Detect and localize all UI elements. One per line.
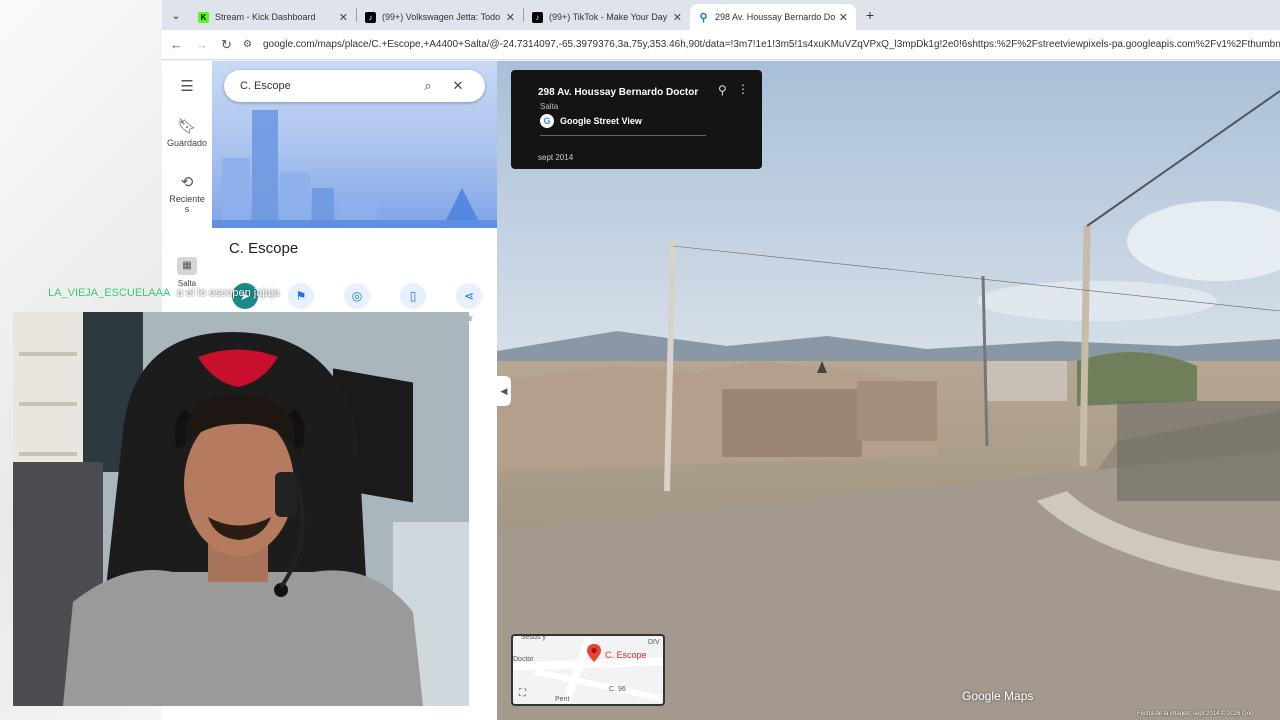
webcam-scene [13, 312, 469, 706]
rail-recent-label: Reciente s [169, 194, 205, 214]
maps-pin-icon: ⚲ [699, 11, 708, 24]
menu-hamburger-icon[interactable]: ☰ [162, 77, 212, 98]
close-tab-icon[interactable]: ✕ [339, 11, 348, 24]
tab-tiktok-jetta[interactable]: ♪ (99+) Volkswagen Jetta: Todo s ✕ [357, 4, 523, 30]
history-icon: ⟲ [180, 174, 194, 191]
search-box: ⌕ ✕ [224, 70, 485, 102]
bookmark-icon: ⚑ [295, 289, 307, 303]
tab-google-maps[interactable]: ⚲ 298 Av. Houssay Bernardo Doc ✕ [690, 4, 856, 30]
google-maps-watermark: Google Maps [962, 689, 1034, 703]
place-title: C. Escope [229, 240, 299, 257]
search-input[interactable] [240, 80, 413, 92]
forward-arrow-icon[interactable]: → [189, 37, 214, 52]
browser-tab-bar: ⌄ K Stream - Kick Dashboard ✕ ♪ (99+) Vo… [162, 0, 1280, 30]
tab-kick-dashboard[interactable]: K Stream - Kick Dashboard ✕ [190, 4, 356, 30]
tab-label: Stream - Kick Dashboard [215, 12, 316, 22]
tab-search-chevron-icon[interactable]: ⌄ [162, 0, 190, 30]
share-icon: ⋖ [463, 289, 475, 303]
street-view-address: 298 Av. Houssay Bernardo Doctor [538, 87, 699, 98]
place-thumbnail-icon: ▦ [177, 257, 197, 275]
street-view-info-card: 298 Av. Houssay Bernardo Doctor Salta G … [511, 70, 762, 169]
send-to-phone-button[interactable]: ▯ [400, 283, 426, 309]
back-arrow-icon[interactable]: ← [164, 37, 189, 52]
tiktok-icon: ♪ [365, 11, 376, 23]
minimap-street-label: Sesus y [521, 634, 546, 641]
close-tab-icon[interactable]: ✕ [839, 11, 848, 24]
screen: ⌄ K Stream - Kick Dashboard ✕ ♪ (99+) Vo… [0, 0, 1280, 720]
tab-label: (99+) TikTok - Make Your Day [549, 12, 668, 22]
divider [540, 135, 706, 136]
map-pin-icon [587, 644, 601, 662]
street-view-city: Salta [540, 102, 559, 111]
search-icon[interactable]: ⌕ [413, 78, 443, 94]
nearby-button[interactable]: ◎ [344, 283, 370, 309]
share-button[interactable]: ⋖ [456, 283, 482, 309]
close-tab-icon[interactable]: ✕ [506, 11, 515, 24]
nearby-icon: ◎ [351, 289, 363, 303]
site-settings-icon[interactable]: ⚙ [243, 39, 257, 50]
new-tab-plus-icon[interactable]: + [856, 7, 884, 23]
minimap-street-label: Doctor [513, 656, 534, 663]
reload-icon[interactable]: ↻ [214, 37, 239, 53]
close-tab-icon[interactable]: ✕ [673, 11, 682, 24]
google-logo-icon: G [540, 114, 554, 128]
street-view-source: Google Street View [560, 116, 642, 126]
location-pin-icon[interactable]: ⚲ [718, 83, 727, 97]
rail-saved-label: Guardado [166, 138, 208, 148]
minimap-place-label: C. Escope [605, 650, 647, 660]
google-street-view-link[interactable]: G Google Street View [540, 114, 642, 128]
minimap-street-label: DIV [648, 639, 660, 646]
more-vert-icon[interactable]: ⋮ [737, 82, 749, 96]
expand-icon[interactable]: ⛶ [519, 688, 526, 699]
chat-username: LA_VIEJA_ESCUELAAA [48, 287, 170, 299]
tab-tiktok[interactable]: ♪ (99+) TikTok - Make Your Day ✕ [524, 4, 690, 30]
stream-chat-message: LA_VIEJA_ESCUELAAA a el lo escopen jajaj… [48, 287, 280, 299]
kick-icon: K [198, 11, 209, 23]
street-view[interactable]: 298 Av. Houssay Bernardo Doctor Salta G … [497, 61, 1280, 720]
collapse-panel-chevron-icon[interactable]: ◀ [497, 376, 511, 406]
minimap-street-label: Perit [555, 696, 570, 703]
tab-label: 298 Av. Houssay Bernardo Doc [715, 12, 835, 22]
bookmark-icon: 🔖︎ [177, 118, 197, 135]
url-field[interactable]: google.com/maps/place/C.+Escope,+A4400+S… [263, 39, 1280, 50]
rail-saved[interactable]: 🔖︎ Guardado [162, 117, 212, 148]
street-view-date: sept 2014 [538, 153, 574, 162]
close-icon[interactable]: ✕ [443, 78, 473, 94]
rail-recent-place-salta[interactable]: ▦ Salta [162, 257, 212, 288]
mini-map[interactable]: Sesus y Doctor DIV C. 96 Perit C. Escope… [511, 634, 665, 706]
streamer-webcam [13, 312, 469, 706]
chat-text: a el lo escopen jajaja [176, 287, 280, 299]
image-date-credit: Fecha de la imagen: sept 2014 © 2026 Goo [1137, 711, 1254, 717]
phone-icon: ▯ [409, 289, 417, 303]
tab-label: (99+) Volkswagen Jetta: Todo s [382, 12, 502, 22]
save-button[interactable]: ⚑ [288, 283, 314, 309]
tiktok-icon: ♪ [532, 11, 543, 23]
minimap-street-label: C. 96 [609, 686, 626, 693]
address-bar: ← → ↻ ⚙ google.com/maps/place/C.+Escope,… [162, 30, 1280, 60]
rail-recent[interactable]: ⟲ Reciente s [162, 173, 212, 214]
